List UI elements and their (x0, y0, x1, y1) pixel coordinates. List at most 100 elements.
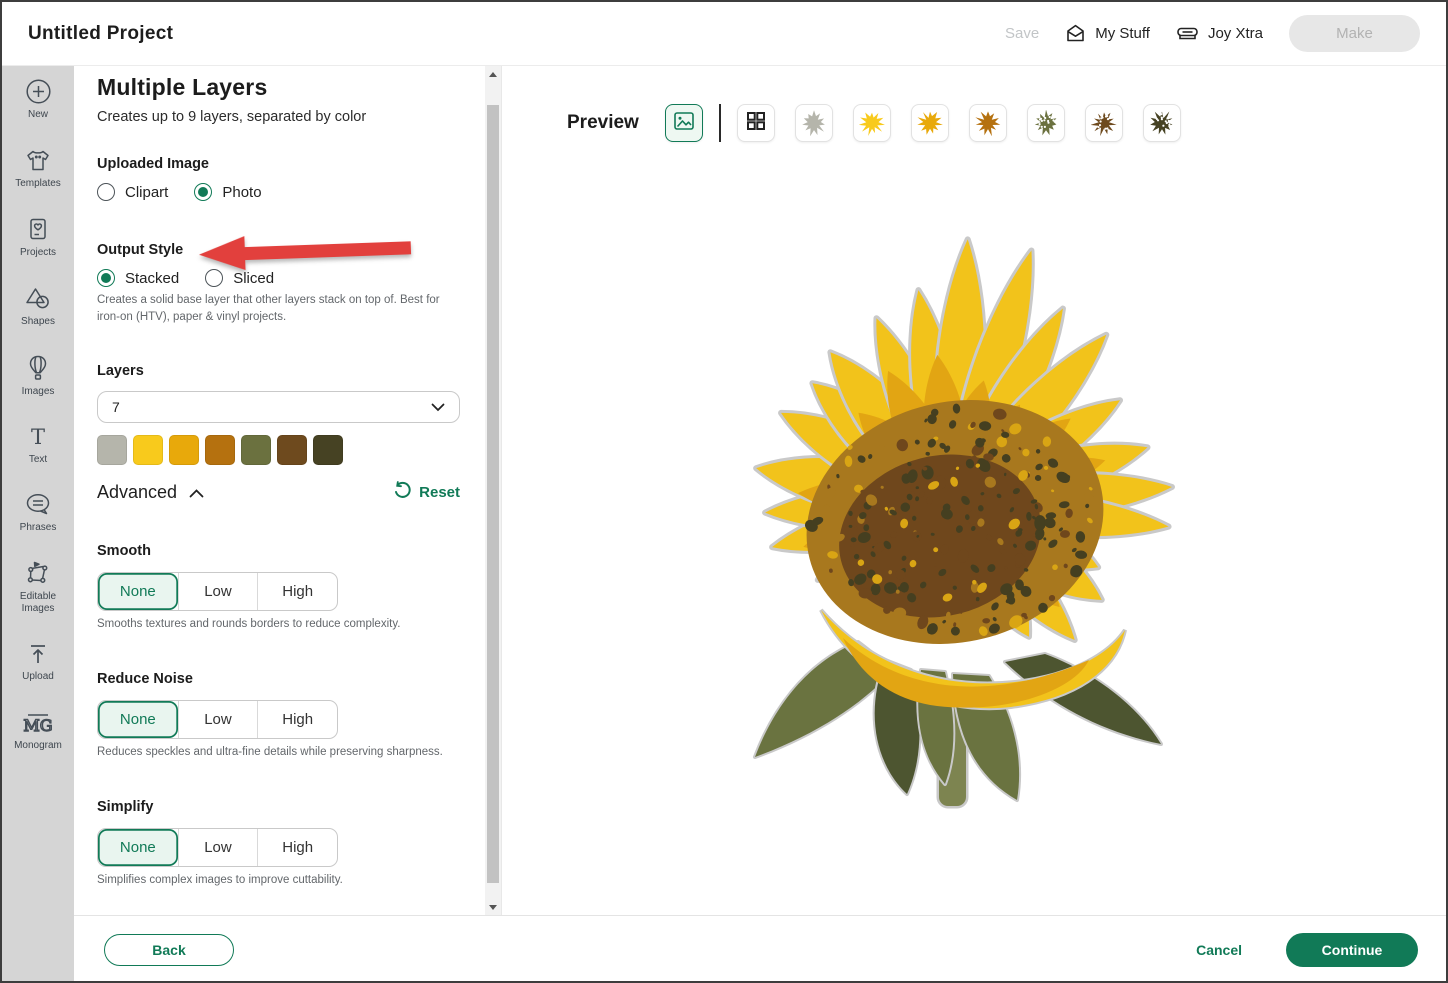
sidebar-item-templates[interactable]: Templates (5, 147, 71, 190)
chevron-up-icon (189, 482, 204, 503)
footer-bar: Back Cancel Continue (74, 915, 1448, 983)
simplify-none-button[interactable]: None (98, 829, 178, 866)
radio-stacked[interactable]: Stacked (97, 269, 179, 287)
app-window: Untitled Project Save My Stuff Joy Xtra (0, 0, 1448, 983)
save-button[interactable]: Save (1005, 25, 1039, 42)
inbox-icon (1065, 23, 1086, 44)
preview-toolbar: Preview (567, 104, 1181, 142)
my-stuff-button[interactable]: My Stuff (1065, 23, 1150, 44)
continue-button[interactable]: Continue (1286, 933, 1418, 967)
output-style-label: Output Style (97, 242, 455, 258)
radio-photo[interactable]: Photo (194, 183, 261, 201)
radio-circle-icon (205, 269, 223, 287)
simplify-high-button[interactable]: High (257, 829, 337, 866)
make-button[interactable]: Make (1289, 15, 1420, 52)
reduce-noise-high-button[interactable]: High (257, 701, 337, 738)
chevron-down-icon (431, 399, 445, 415)
sidebar-item-shapes[interactable]: Shapes (5, 285, 71, 328)
preview-label: Preview (567, 112, 639, 134)
layers-label: Layers (97, 363, 455, 379)
sidebar-item-projects[interactable]: Projects (5, 216, 71, 259)
layer-swatch-7[interactable] (313, 435, 343, 465)
reduce-noise-low-button[interactable]: Low (178, 701, 258, 738)
footer-actions: Cancel Continue (1196, 933, 1418, 967)
sunflower-preview-image (653, 192, 1293, 822)
layer-count-select[interactable]: 7 (97, 391, 460, 423)
scroll-down-arrow[interactable] (485, 899, 501, 915)
thumbnail-layer-gray[interactable] (795, 104, 833, 142)
smooth-low-button[interactable]: Low (178, 573, 258, 610)
smooth-high-button[interactable]: High (257, 573, 337, 610)
advanced-row: Advanced Reset (97, 481, 460, 504)
full-preview-button[interactable] (665, 104, 703, 142)
layer-thumbnail-row (737, 104, 1181, 142)
hot-air-balloon-icon (25, 354, 51, 382)
uploaded-image-radio-group: Clipart Photo (97, 183, 455, 201)
sidebar-item-new[interactable]: New (5, 78, 71, 121)
uploaded-image-label: Uploaded Image (97, 156, 455, 172)
layer-swatch-4[interactable] (205, 435, 235, 465)
shapes-icon (24, 285, 52, 312)
simplify-description: Simplifies complex images to improve cut… (97, 872, 455, 889)
thumbnail-layer-olive[interactable] (1027, 104, 1065, 142)
cancel-button[interactable]: Cancel (1196, 942, 1242, 958)
plus-circle-icon (25, 78, 52, 105)
speech-bubble-icon (24, 492, 52, 518)
output-style-description: Creates a solid base layer that other la… (97, 292, 442, 325)
undo-icon (393, 481, 412, 504)
reset-button[interactable]: Reset (393, 481, 460, 504)
grid-icon (745, 110, 767, 137)
radio-sliced[interactable]: Sliced (205, 269, 274, 287)
reduce-noise-label: Reduce Noise (97, 671, 455, 687)
sidebar-item-text[interactable]: T Text (5, 424, 71, 466)
advanced-toggle[interactable]: Advanced (97, 482, 204, 503)
simplify-label: Simplify (97, 799, 455, 815)
layer-color-swatches (97, 435, 455, 465)
layer-swatch-2[interactable] (133, 435, 163, 465)
layer-swatch-5[interactable] (241, 435, 271, 465)
radio-circle-icon (194, 183, 212, 201)
sidebar-item-phrases[interactable]: Phrases (5, 492, 71, 534)
reduce-noise-none-button[interactable]: None (98, 701, 178, 738)
text-icon: T (25, 424, 51, 450)
thumbnail-layer-rust[interactable] (969, 104, 1007, 142)
layer-swatch-3[interactable] (169, 435, 199, 465)
radio-circle-icon (97, 269, 115, 287)
upload-arrow-icon (25, 641, 51, 667)
smooth-none-button[interactable]: None (98, 573, 178, 610)
panel-title: Multiple Layers (97, 74, 455, 101)
sidebar-item-images[interactable]: Images (5, 354, 71, 398)
sidebar-item-editable-images[interactable]: Editable Images (5, 560, 71, 615)
thumbnail-layer-brown[interactable] (1085, 104, 1123, 142)
smooth-description: Smooths textures and rounds borders to r… (97, 616, 455, 633)
layer-count-value: 7 (112, 399, 120, 415)
layers-settings-panel: Multiple Layers Creates up to 9 layers, … (74, 66, 502, 915)
thumbnail-layer-dark-olive[interactable] (1143, 104, 1181, 142)
reduce-noise-description: Reduces speckles and ultra-fine details … (97, 744, 455, 761)
project-title: Untitled Project (28, 23, 173, 45)
sidebar-item-upload[interactable]: Upload (5, 641, 71, 683)
smooth-segmented-control: None Low High (97, 572, 338, 611)
sidebar-item-monogram[interactable]: MG Monogram (5, 709, 71, 752)
panel-subtitle: Creates up to 9 layers, separated by col… (97, 109, 455, 125)
smooth-label: Smooth (97, 543, 455, 559)
scroll-up-arrow[interactable] (485, 66, 501, 82)
machine-selector[interactable]: Joy Xtra (1176, 24, 1263, 44)
layer-swatch-1[interactable] (97, 435, 127, 465)
layer-swatch-6[interactable] (277, 435, 307, 465)
scrollbar-thumb[interactable] (487, 105, 499, 883)
radio-clipart[interactable]: Clipart (97, 183, 168, 201)
simplify-segmented-control: None Low High (97, 828, 338, 867)
top-bar: Untitled Project Save My Stuff Joy Xtra (2, 2, 1446, 66)
radio-circle-icon (97, 183, 115, 201)
thumbnail-layer-yellow[interactable] (853, 104, 891, 142)
tshirt-icon (24, 147, 52, 174)
simplify-low-button[interactable]: Low (178, 829, 258, 866)
cutting-machine-icon (1176, 24, 1199, 44)
preview-area: Preview (503, 66, 1448, 915)
back-button[interactable]: Back (104, 934, 234, 966)
thumbnail-layer-amber[interactable] (911, 104, 949, 142)
all-layers-grid-button[interactable] (737, 104, 775, 142)
left-nav: New Templates Projects (2, 66, 74, 983)
monogram-icon: MG (23, 709, 53, 736)
